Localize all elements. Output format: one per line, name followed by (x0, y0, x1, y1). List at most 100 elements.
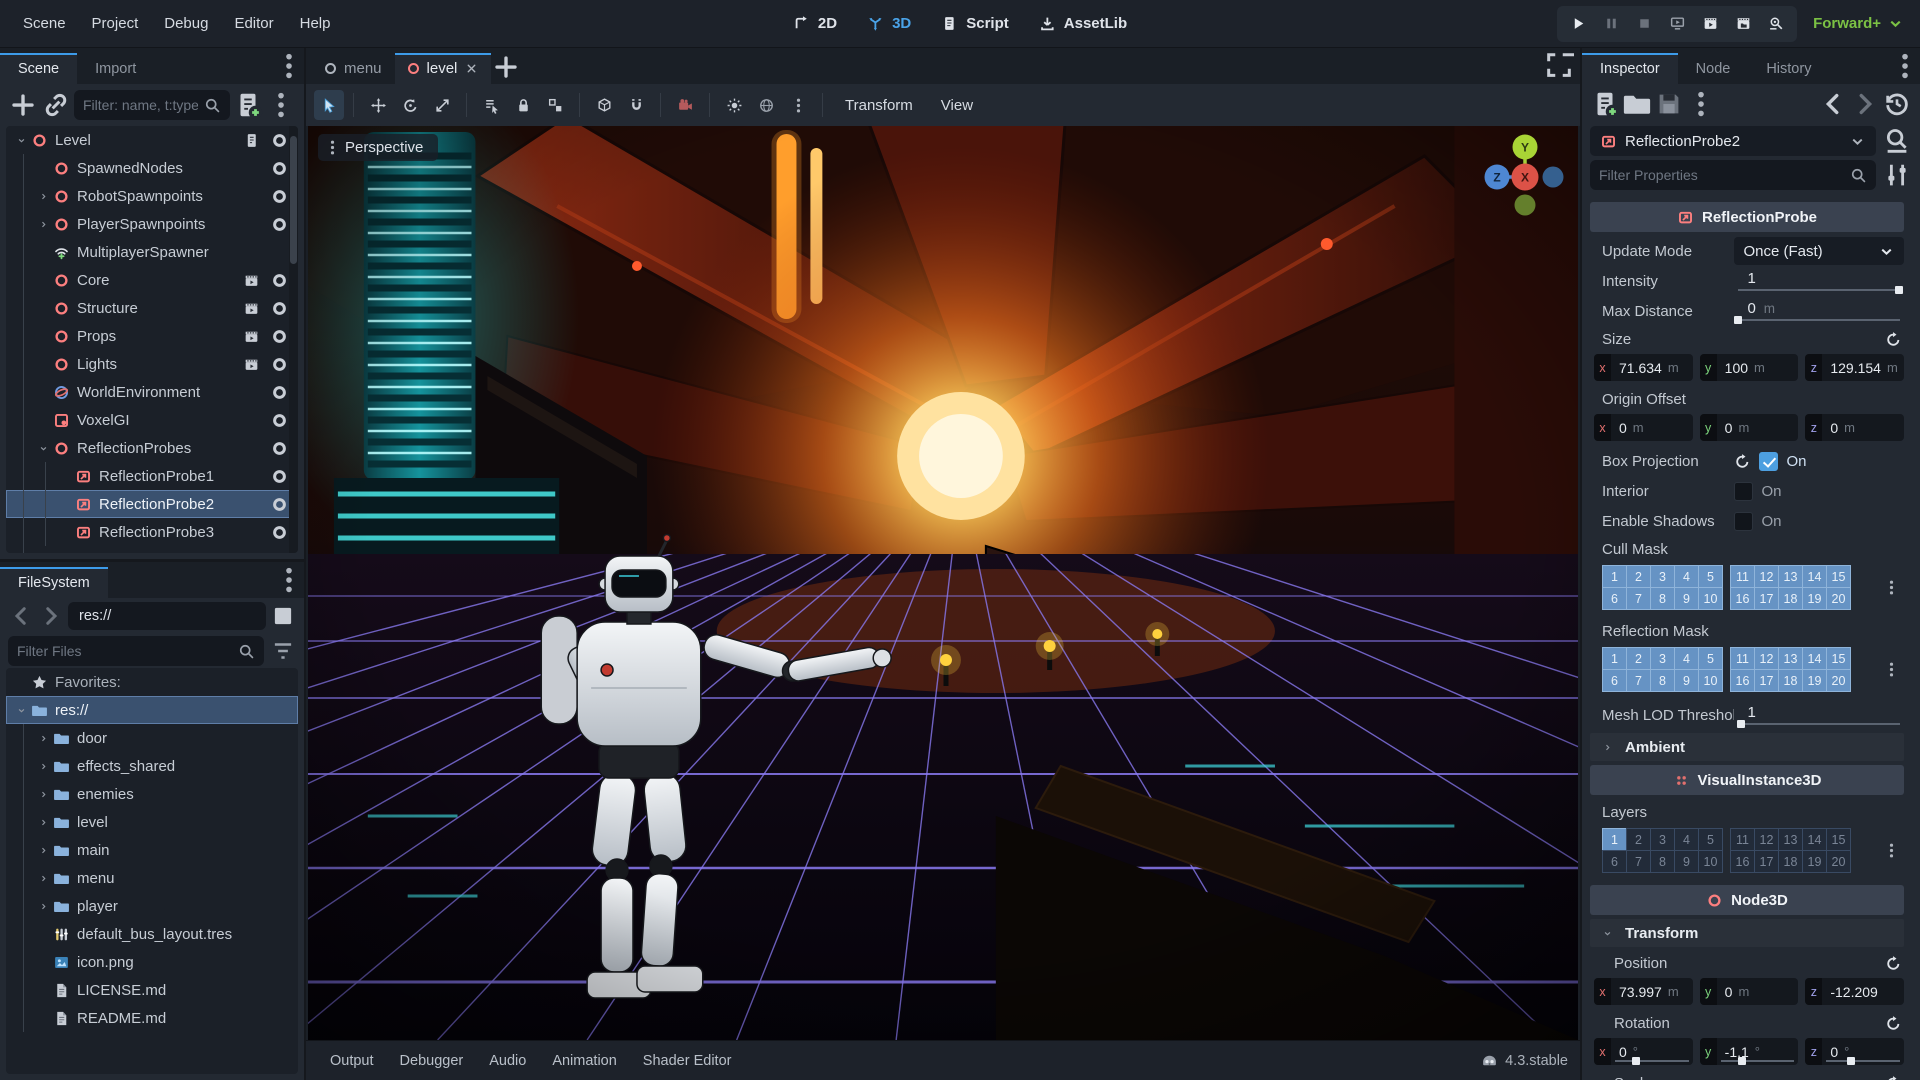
visibility-toggle-icon[interactable] (271, 412, 288, 429)
scene-filter-input[interactable] (83, 97, 198, 113)
mask-bit-9[interactable]: 9 (1674, 850, 1699, 873)
fs-path[interactable]: res:// (68, 602, 266, 630)
history-back-button[interactable] (1818, 89, 1848, 119)
tab-history[interactable]: History (1748, 53, 1829, 84)
open-scene-icon[interactable] (243, 272, 260, 289)
instantiate-scene-button[interactable] (41, 90, 71, 120)
bottom-panel-debugger[interactable]: Debugger (388, 1047, 476, 1075)
preview-environment-toggle[interactable] (751, 90, 781, 120)
close-icon[interactable] (465, 62, 478, 75)
tab-menu-icon[interactable] (274, 51, 304, 81)
checkbox-box-projection[interactable] (1759, 451, 1779, 471)
scene-tab-level[interactable]: level (394, 53, 492, 84)
group-node-button[interactable] (540, 90, 570, 120)
scene-node-lights[interactable]: Lights (6, 350, 298, 378)
open-scene-icon[interactable] (243, 300, 260, 317)
mask-bit-5[interactable]: 5 (1698, 647, 1723, 670)
axis-z-field[interactable]: z 129.154 m (1805, 354, 1905, 381)
property-dropdown[interactable]: Once (Fast) (1734, 237, 1904, 265)
fs-item-level[interactable]: level (6, 808, 298, 836)
revert-icon[interactable] (1885, 955, 1902, 972)
scene-node-reflectionprobe2[interactable]: ReflectionProbe2 (6, 490, 298, 518)
new-resource-button[interactable] (1590, 89, 1620, 119)
expander-icon[interactable] (34, 219, 53, 230)
history-forward-button[interactable] (1850, 89, 1880, 119)
fs-item-license-md[interactable]: LICENSE.md (6, 976, 298, 1004)
scene-node-playerspawnpoints[interactable]: PlayerSpawnpoints (6, 210, 298, 238)
viewport-menu-transform[interactable]: Transform (832, 97, 926, 114)
save-resource-button[interactable] (1654, 89, 1684, 119)
property-slider[interactable]: 1 (1734, 266, 1904, 296)
fs-item-res[interactable]: res:// (6, 696, 298, 724)
load-resource-button[interactable] (1622, 89, 1652, 119)
workspace-script[interactable]: Script (931, 10, 1019, 37)
open-scene-icon[interactable] (243, 356, 260, 373)
mask-bit-10[interactable]: 10 (1698, 587, 1723, 610)
visibility-toggle-icon[interactable] (271, 132, 288, 149)
preview-sun-toggle[interactable] (719, 90, 749, 120)
mask-bit-5[interactable]: 5 (1698, 565, 1723, 588)
move-tool[interactable] (363, 90, 393, 120)
visibility-toggle-icon[interactable] (271, 496, 288, 513)
mask-bit-4[interactable]: 4 (1674, 647, 1699, 670)
mask-bit-18[interactable]: 18 (1778, 587, 1803, 610)
bottom-panel-shader-editor[interactable]: Shader Editor (631, 1047, 744, 1075)
scene-node-props[interactable]: Props (6, 322, 298, 350)
revert-icon[interactable] (1734, 453, 1751, 470)
new-scene-tab-button[interactable] (491, 52, 521, 82)
mask-bit-1[interactable]: 1 (1602, 565, 1627, 588)
mask-bit-16[interactable]: 16 (1730, 669, 1755, 692)
scene-node-robotspawnpoints[interactable]: RobotSpawnpoints (6, 182, 298, 210)
attach-script-button[interactable] (233, 90, 263, 120)
mask-menu-icon[interactable] (1883, 842, 1900, 859)
workspace-2d[interactable]: 2D (783, 10, 847, 37)
local-space-toggle[interactable] (589, 90, 619, 120)
fs-item-menu[interactable]: menu (6, 864, 298, 892)
scene-node-reflectionprobes[interactable]: ReflectionProbes (6, 434, 298, 462)
scene-node-core[interactable]: Core (6, 266, 298, 294)
slider-grabber[interactable] (1632, 1057, 1641, 1065)
mask-bit-4[interactable]: 4 (1674, 828, 1699, 851)
inspected-node-select[interactable]: ReflectionProbe2 (1590, 126, 1876, 156)
mask-bit-17[interactable]: 17 (1754, 850, 1779, 873)
mask-bit-1[interactable]: 1 (1602, 647, 1627, 670)
snap-toggle[interactable] (621, 90, 651, 120)
distraction-free-button[interactable] (1544, 50, 1574, 80)
expander-icon[interactable] (34, 733, 53, 744)
mask-bit-6[interactable]: 6 (1602, 850, 1627, 873)
workspace-3d[interactable]: 3D (857, 10, 921, 37)
mask-bit-3[interactable]: 3 (1650, 828, 1675, 851)
open-documentation-button[interactable] (1882, 126, 1912, 156)
mask-bit-19[interactable]: 19 (1802, 587, 1827, 610)
expander-icon[interactable] (34, 789, 53, 800)
section-ambient[interactable]: Ambient (1590, 733, 1904, 761)
scene-node-structure[interactable]: Structure (6, 294, 298, 322)
mask-bit-3[interactable]: 3 (1650, 565, 1675, 588)
mask-bit-7[interactable]: 7 (1626, 669, 1651, 692)
mask-menu-icon[interactable] (1883, 661, 1900, 678)
expander-icon[interactable] (34, 817, 53, 828)
mask-bit-6[interactable]: 6 (1602, 587, 1627, 610)
slider-grabber[interactable] (1894, 286, 1903, 294)
mask-bit-8[interactable]: 8 (1650, 850, 1675, 873)
mask-bit-8[interactable]: 8 (1650, 669, 1675, 692)
fs-back-button[interactable] (8, 603, 34, 629)
scene-node-reflectionprobe1[interactable]: ReflectionProbe1 (6, 462, 298, 490)
menu-project[interactable]: Project (79, 8, 152, 39)
tab-scene[interactable]: Scene (0, 53, 78, 84)
viewport-menu-view[interactable]: View (928, 97, 986, 114)
expander-icon[interactable] (34, 443, 53, 454)
fs-split-mode-button[interactable] (270, 603, 296, 629)
visibility-toggle-icon[interactable] (271, 272, 288, 289)
scene-node-spawnednodes[interactable]: SpawnedNodes (6, 154, 298, 182)
mask-bit-12[interactable]: 12 (1754, 828, 1779, 851)
visibility-toggle-icon[interactable] (271, 356, 288, 373)
mask-bit-12[interactable]: 12 (1754, 565, 1779, 588)
play-button[interactable] (1563, 9, 1593, 39)
tab-menu-icon[interactable] (274, 565, 304, 595)
mask-bit-16[interactable]: 16 (1730, 850, 1755, 873)
menu-help[interactable]: Help (287, 8, 344, 39)
visibility-toggle-icon[interactable] (271, 440, 288, 457)
axis-x-field[interactable]: x 0 ° (1594, 1038, 1693, 1065)
property-tools-button[interactable] (1882, 160, 1912, 190)
